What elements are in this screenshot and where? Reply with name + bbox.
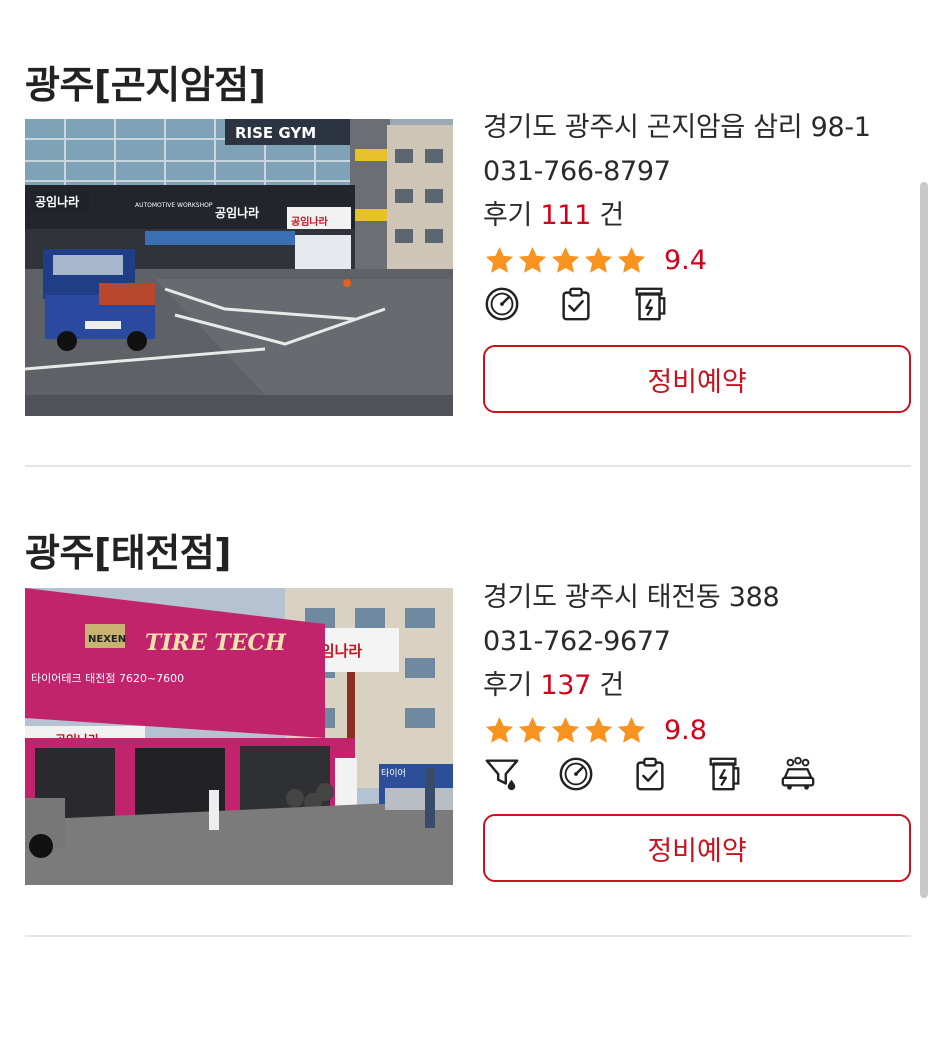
- photo-sign-brand: 공임나라: [35, 194, 79, 209]
- shop-photo[interactable]: RISE GYM 공임나라 AUTOMOTIVE WORKSHOP 공임나라 공…: [25, 119, 453, 416]
- rating-score: 9.4: [664, 244, 707, 276]
- rating: 9.8: [483, 708, 911, 752]
- review-label: 후기: [483, 200, 533, 231]
- reserve-button[interactable]: 정비예약: [483, 814, 911, 882]
- shop-address: 경기도 광주시 태전동 388: [483, 582, 780, 613]
- shop-phone[interactable]: 031-766-8797: [483, 150, 911, 194]
- star-icon: [551, 716, 580, 743]
- review-unit: 건: [599, 200, 624, 231]
- shop-address: 경기도 광주시 곤지암읍 삼리 98-1: [483, 112, 871, 143]
- shop-info: 경기도 광주시 곤지암읍 삼리 98-1 031-766-8797 후기 111…: [483, 106, 911, 326]
- battery-icon: [635, 287, 666, 321]
- speedometer-icon: [485, 287, 519, 321]
- photo-sign-tire: 타이어: [381, 768, 406, 779]
- star-icon: [551, 246, 580, 273]
- star-icon: [485, 246, 514, 273]
- review-number: 111: [540, 200, 592, 231]
- divider: [25, 935, 911, 937]
- service-icons: [483, 752, 911, 796]
- photo-sign-nexen: NEXEN: [88, 634, 126, 645]
- scrollbar[interactable]: [920, 182, 928, 898]
- rating-score: 9.8: [664, 714, 707, 746]
- photo-sign-tire-tech: TIRE TECH: [145, 630, 287, 656]
- photo-sign-brand-3: 공임나라: [291, 215, 329, 228]
- shop-photo[interactable]: 공임나라 NEXEN TIRE TECH 타이어테크 태전점 7620~7600…: [25, 588, 453, 885]
- star-icon: [617, 716, 646, 743]
- shop-info: 경기도 광주시 태전동 388 031-762-9677 후기 137 건 9.…: [483, 576, 911, 796]
- review-count[interactable]: 후기 111 건: [483, 194, 911, 238]
- battery-icon: [709, 757, 740, 791]
- review-label: 후기: [483, 670, 533, 701]
- car-wash-icon: [781, 756, 815, 790]
- shop-title[interactable]: 광주[곤지암점]: [25, 54, 266, 109]
- shop-title[interactable]: 광주[태전점]: [25, 522, 232, 577]
- star-icon: [617, 246, 646, 273]
- shop-phone[interactable]: 031-762-9677: [483, 620, 911, 664]
- star-icon: [584, 246, 613, 273]
- oil-filter-icon: [485, 759, 519, 791]
- speedometer-icon: [559, 757, 593, 791]
- photo-sign-local: 타이어테크 태전점 7620~7600: [31, 672, 184, 685]
- star-icon: [485, 716, 514, 743]
- divider: [25, 465, 911, 467]
- star-icon: [518, 246, 547, 273]
- service-icons: [483, 282, 911, 326]
- star-icon: [518, 716, 547, 743]
- review-count[interactable]: 후기 137 건: [483, 664, 911, 708]
- star-rating: [483, 715, 648, 746]
- reserve-button[interactable]: 정비예약: [483, 345, 911, 413]
- star-icon: [584, 716, 613, 743]
- rating: 9.4: [483, 238, 911, 282]
- clipboard-check-icon: [562, 287, 590, 321]
- photo-sign-gym: RISE GYM: [235, 124, 316, 142]
- clipboard-check-icon: [636, 757, 664, 791]
- photo-sign-brand-2: 공임나라: [215, 205, 259, 220]
- photo-sign-workshop: AUTOMOTIVE WORKSHOP: [135, 202, 213, 209]
- star-rating: [483, 245, 648, 276]
- review-number: 137: [540, 670, 592, 701]
- review-unit: 건: [599, 670, 624, 701]
